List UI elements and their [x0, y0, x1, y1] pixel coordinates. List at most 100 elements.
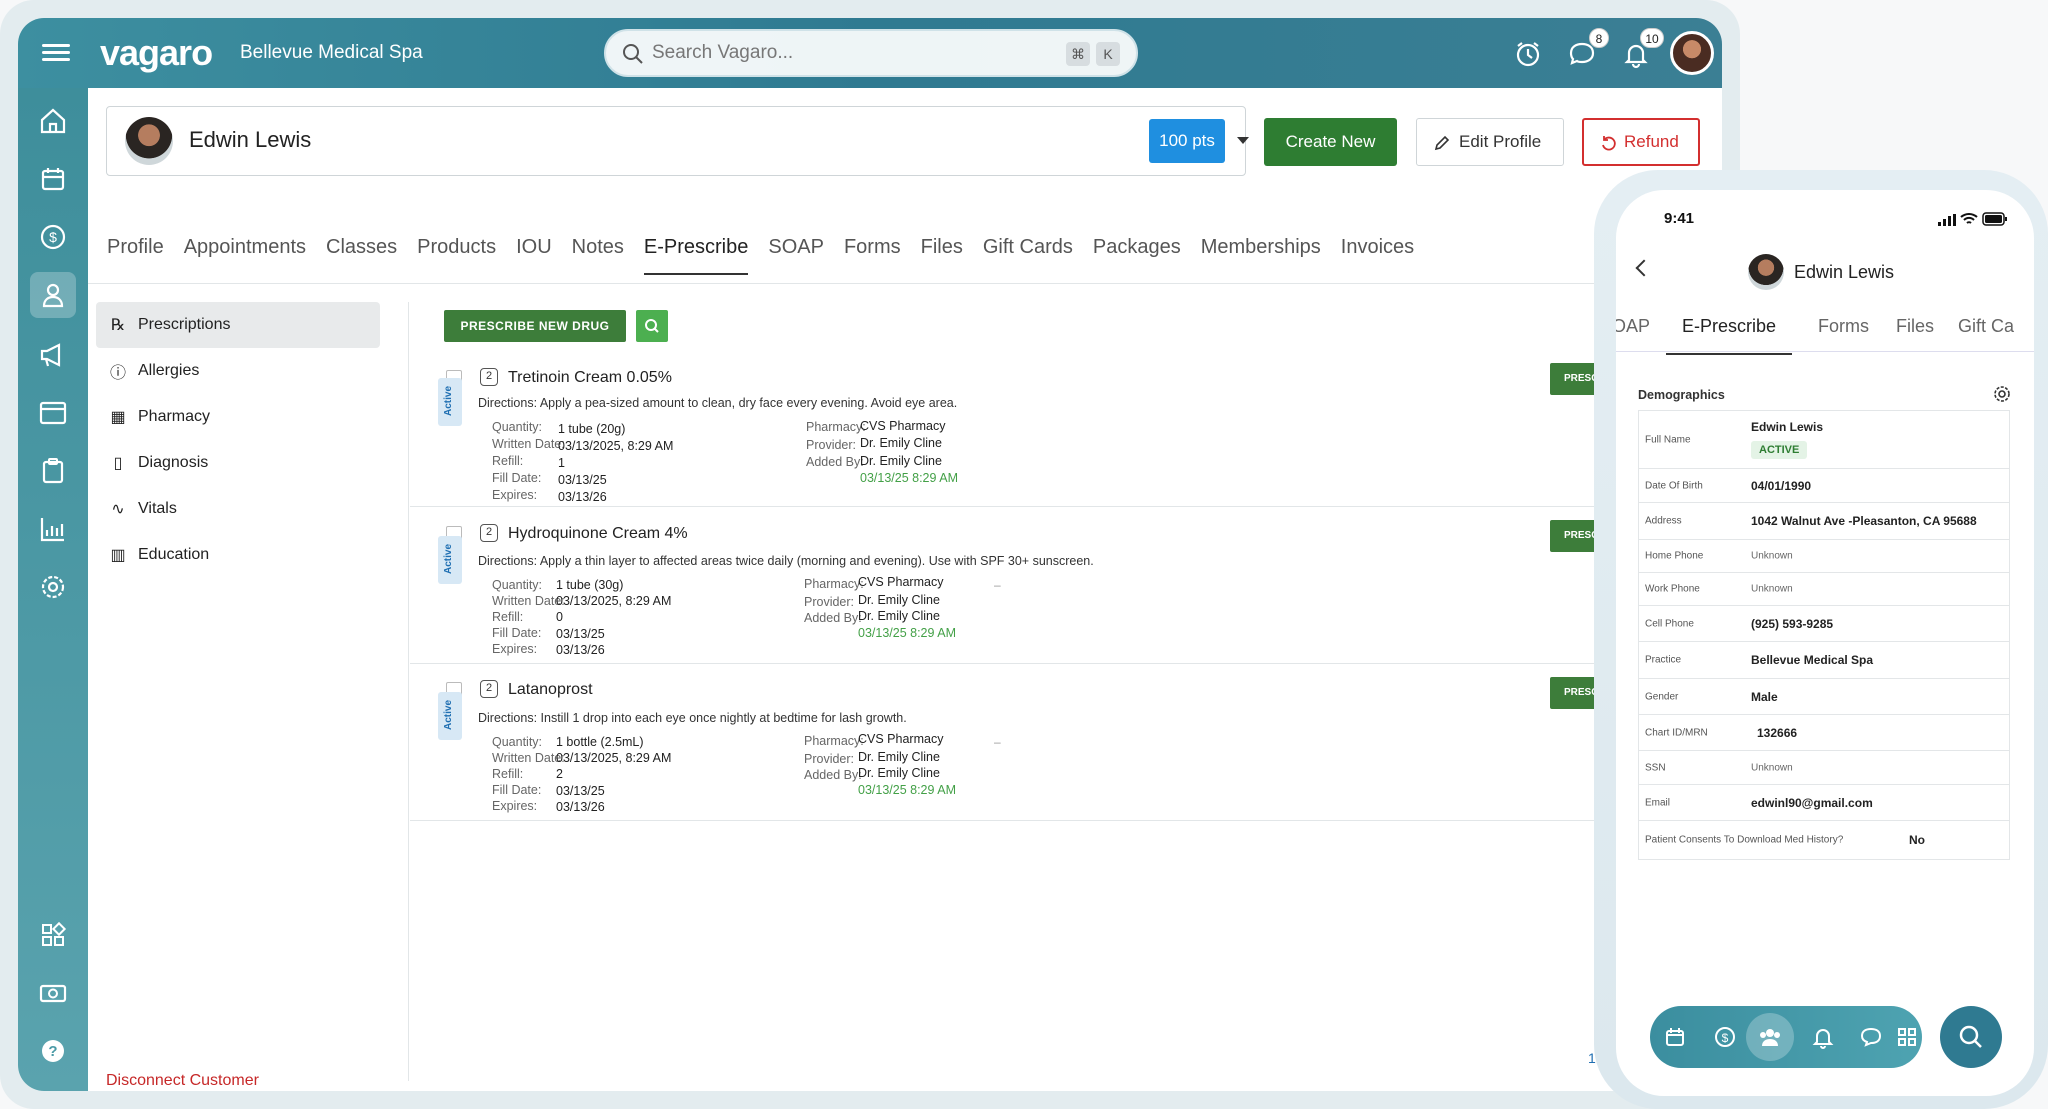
- tab-profile[interactable]: Profile: [107, 236, 164, 275]
- browser-window-icon[interactable]: [34, 394, 72, 432]
- messages-icon[interactable]: [1858, 1024, 1884, 1050]
- help-icon[interactable]: ?: [34, 1032, 72, 1070]
- quantity-label: Quantity:: [492, 735, 543, 749]
- pencil-icon: [1434, 135, 1450, 151]
- mobile-search-button[interactable]: [1940, 1006, 2002, 1068]
- tab-products[interactable]: Products: [417, 236, 496, 275]
- field-work-phone: Work Phone Unknown: [1639, 573, 2009, 606]
- refill-value: 0: [556, 610, 563, 624]
- svg-text:?: ?: [48, 1043, 57, 1060]
- nav-pharmacy[interactable]: ▦ Pharmacy: [96, 394, 380, 440]
- field-value: 1042 Walnut Ave -Pleasanton, CA 95688: [1751, 514, 1977, 528]
- tab-classes[interactable]: Classes: [326, 236, 397, 275]
- svg-text:$: $: [1722, 1031, 1729, 1045]
- settings-gear-icon[interactable]: [1992, 384, 2012, 404]
- directions-text: Instill 1 drop into each eye once nightl…: [540, 711, 907, 725]
- tab-files[interactable]: Files: [921, 236, 963, 275]
- written-date-label: Written Date:: [492, 437, 565, 451]
- clipboard-icon[interactable]: [34, 452, 72, 490]
- calendar-icon[interactable]: [34, 160, 72, 198]
- field-consent: Patient Consents To Download Med History…: [1639, 821, 2009, 859]
- field-value: Unknown: [1751, 583, 1793, 595]
- alarm-clock-icon[interactable]: [1512, 38, 1544, 70]
- field-label: Work Phone: [1645, 583, 1700, 595]
- tab-soap[interactable]: OAP: [1616, 316, 1650, 337]
- nav-label: Education: [138, 546, 210, 563]
- customers-icon[interactable]: [30, 272, 76, 318]
- refund-button[interactable]: Refund: [1582, 118, 1700, 166]
- tab-forms[interactable]: Forms: [1818, 316, 1869, 337]
- create-new-button[interactable]: Create New: [1264, 118, 1397, 166]
- customers-icon[interactable]: [1757, 1024, 1783, 1050]
- chevron-down-icon[interactable]: [1237, 137, 1249, 144]
- edit-profile-button[interactable]: Edit Profile: [1416, 118, 1564, 166]
- tab-iou[interactable]: IOU: [516, 236, 552, 275]
- search-prescriptions-button[interactable]: [636, 310, 668, 342]
- provider-label: Provider:: [806, 438, 857, 452]
- field-value: Edwin Lewis: [1751, 420, 1824, 434]
- vagaro-logo[interactable]: vagaro: [100, 32, 213, 74]
- search-input[interactable]: Search Vagaro... ⌘ K: [604, 29, 1138, 77]
- quantity-label: Quantity:: [492, 420, 543, 434]
- tab-appointments[interactable]: Appointments: [184, 236, 306, 275]
- calendar-icon[interactable]: [1662, 1024, 1688, 1050]
- user-avatar[interactable]: [1670, 31, 1714, 75]
- tab-memberships[interactable]: Memberships: [1201, 236, 1321, 275]
- field-value: edwinl90@gmail.com: [1751, 795, 1873, 810]
- back-chevron-icon[interactable]: [1635, 259, 1653, 277]
- added-by-label: Added By:: [804, 611, 862, 625]
- quantity-value: 1 tube (20g): [558, 422, 626, 436]
- home-icon[interactable]: [34, 102, 72, 140]
- search-icon: [1959, 1025, 1982, 1048]
- messages-count-badge: 8: [1589, 28, 1609, 48]
- field-gender: Gender Male: [1639, 679, 2009, 715]
- tab-gift-cards[interactable]: Gift Ca: [1958, 316, 2014, 337]
- apps-grid-icon[interactable]: [1894, 1024, 1920, 1050]
- tab-notes[interactable]: Notes: [572, 236, 624, 275]
- nav-prescriptions[interactable]: ℞ Prescriptions: [96, 302, 380, 348]
- pharmacy-label: Pharmacy:: [806, 420, 866, 434]
- tab-gift-cards[interactable]: Gift Cards: [983, 236, 1073, 275]
- apps-grid-icon[interactable]: [34, 916, 72, 954]
- provider-value: Dr. Emily Cline: [860, 436, 942, 450]
- menu-icon[interactable]: [42, 40, 70, 66]
- settings-gear-icon[interactable]: [34, 568, 72, 606]
- cash-register-icon[interactable]: [34, 974, 72, 1012]
- tab-invoices[interactable]: Invoices: [1341, 236, 1414, 275]
- customer-name: Edwin Lewis: [189, 127, 312, 152]
- bell-icon[interactable]: [1810, 1024, 1836, 1050]
- nav-vitals[interactable]: ∿ Vitals: [96, 486, 380, 532]
- tab-soap[interactable]: SOAP: [768, 236, 824, 275]
- profile-tabs: Profile Appointments Classes Products IO…: [107, 236, 1434, 275]
- nav-education[interactable]: ▥ Education: [96, 532, 380, 578]
- reports-chart-icon[interactable]: [34, 510, 72, 548]
- books-icon: ▥: [110, 547, 126, 564]
- tab-files[interactable]: Files: [1896, 316, 1934, 337]
- drug-name[interactable]: Hydroquinone Cream 4%: [508, 525, 688, 543]
- desktop-app-window: vagaro Bellevue Medical Spa Search Vagar…: [0, 0, 1740, 1109]
- status-bar: 9:41: [1616, 190, 2034, 240]
- nav-diagnosis[interactable]: ▯ Diagnosis: [96, 440, 380, 486]
- tab-forms[interactable]: Forms: [844, 236, 901, 275]
- pharmacy-value: CVS Pharmacy: [860, 419, 946, 433]
- points-badge[interactable]: 100 pts: [1149, 119, 1225, 163]
- status-label: Active: [443, 543, 454, 574]
- megaphone-icon[interactable]: [34, 336, 72, 374]
- prescribe-new-drug-button[interactable]: PRESCRIBE NEW DRUG: [444, 310, 626, 342]
- disconnect-customer-link[interactable]: Disconnect Customer: [106, 1072, 259, 1090]
- dollar-icon[interactable]: $: [1712, 1024, 1738, 1050]
- empty-value: –: [994, 735, 1001, 749]
- dollar-icon[interactable]: $: [34, 218, 72, 256]
- nav-allergies[interactable]: ⓘ Allergies: [96, 348, 380, 394]
- fill-date-label: Fill Date:: [492, 783, 542, 797]
- tab-e-prescribe[interactable]: E-Prescribe: [643, 236, 749, 275]
- refill-label: Refill:: [492, 767, 524, 781]
- field-value: Male: [1751, 689, 1778, 704]
- tab-packages[interactable]: Packages: [1093, 236, 1181, 275]
- drug-name[interactable]: Tretinoin Cream 0.05%: [508, 369, 672, 387]
- tab-e-prescribe[interactable]: E-Prescribe: [1666, 316, 1793, 355]
- search-icon: [623, 44, 643, 64]
- drug-name[interactable]: Latanoprost: [508, 681, 593, 699]
- field-value: No: [1909, 833, 1925, 847]
- field-label: Cell Phone: [1645, 618, 1694, 629]
